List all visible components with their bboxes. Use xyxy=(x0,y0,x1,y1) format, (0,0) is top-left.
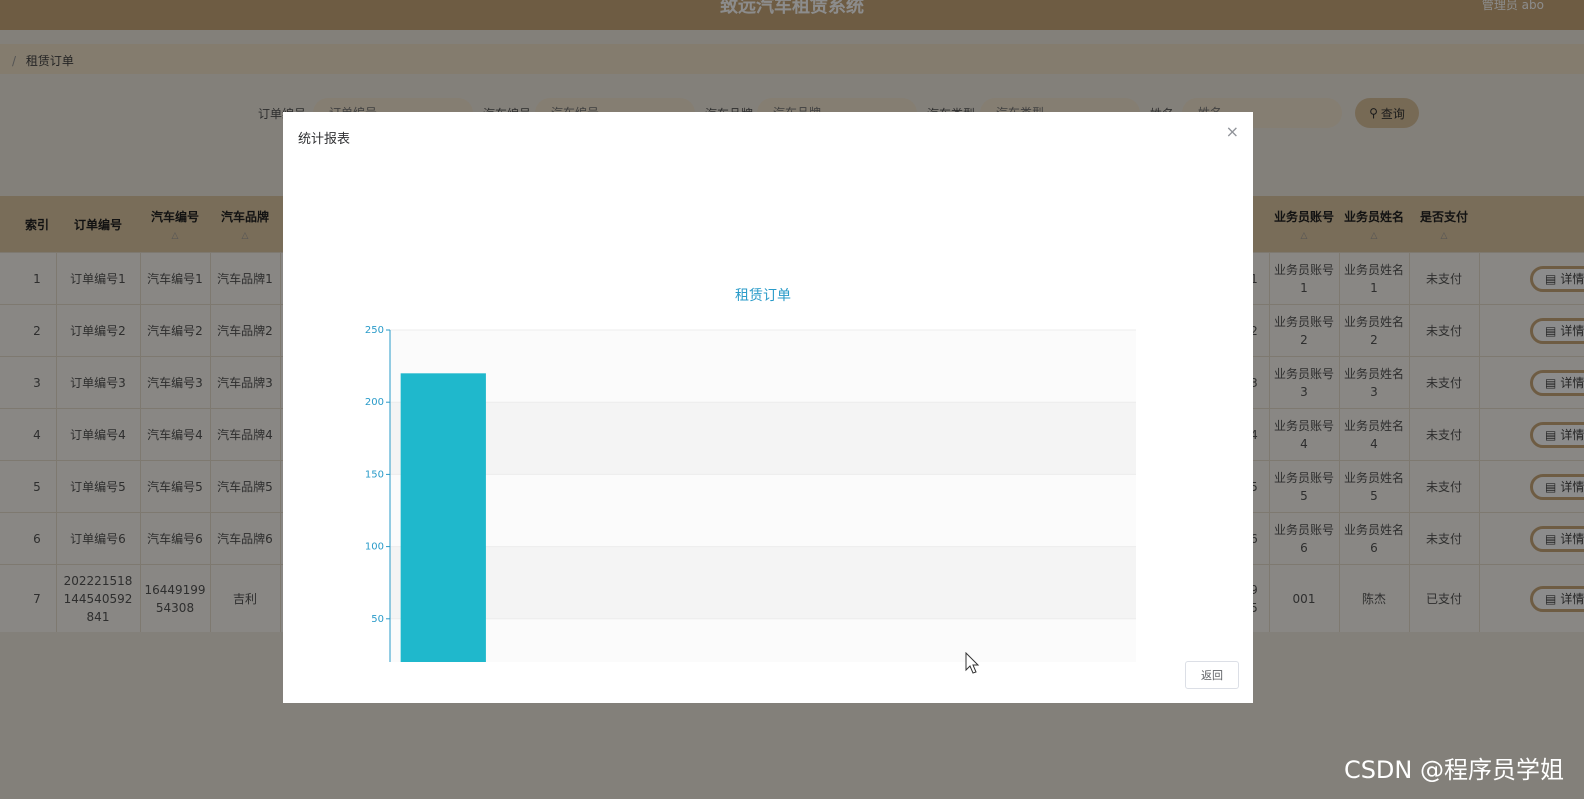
mouse-cursor-icon xyxy=(965,652,980,674)
y-tick-label: 250 xyxy=(365,325,384,336)
grid-band xyxy=(390,546,1136,619)
chart-title: 租赁订单 xyxy=(735,288,791,304)
grid-band xyxy=(390,402,1136,475)
y-tick-label: 50 xyxy=(371,614,384,625)
bar-SUV[interactable] xyxy=(400,373,486,662)
y-tick-label: 100 xyxy=(365,542,384,553)
dialog-title: 统计报表 xyxy=(298,132,351,147)
bar-chart: 租赁订单050100150200250SUV汽车类型1汽车类型2汽车类型3汽车类… xyxy=(365,288,1136,662)
watermark: CSDN @程序员学姐 xyxy=(1343,756,1564,784)
back-button[interactable]: 返回 xyxy=(1185,661,1239,689)
grid-band xyxy=(390,330,1136,403)
grid-band xyxy=(390,618,1136,662)
y-tick-label: 150 xyxy=(365,469,384,480)
grid-band xyxy=(390,474,1136,547)
y-tick-label: 200 xyxy=(365,397,384,408)
close-icon[interactable]: × xyxy=(1226,122,1239,141)
stats-report-dialog: 统计报表 × 租赁订单050100150200250SUV汽车类型1汽车类型2汽… xyxy=(283,112,1253,703)
